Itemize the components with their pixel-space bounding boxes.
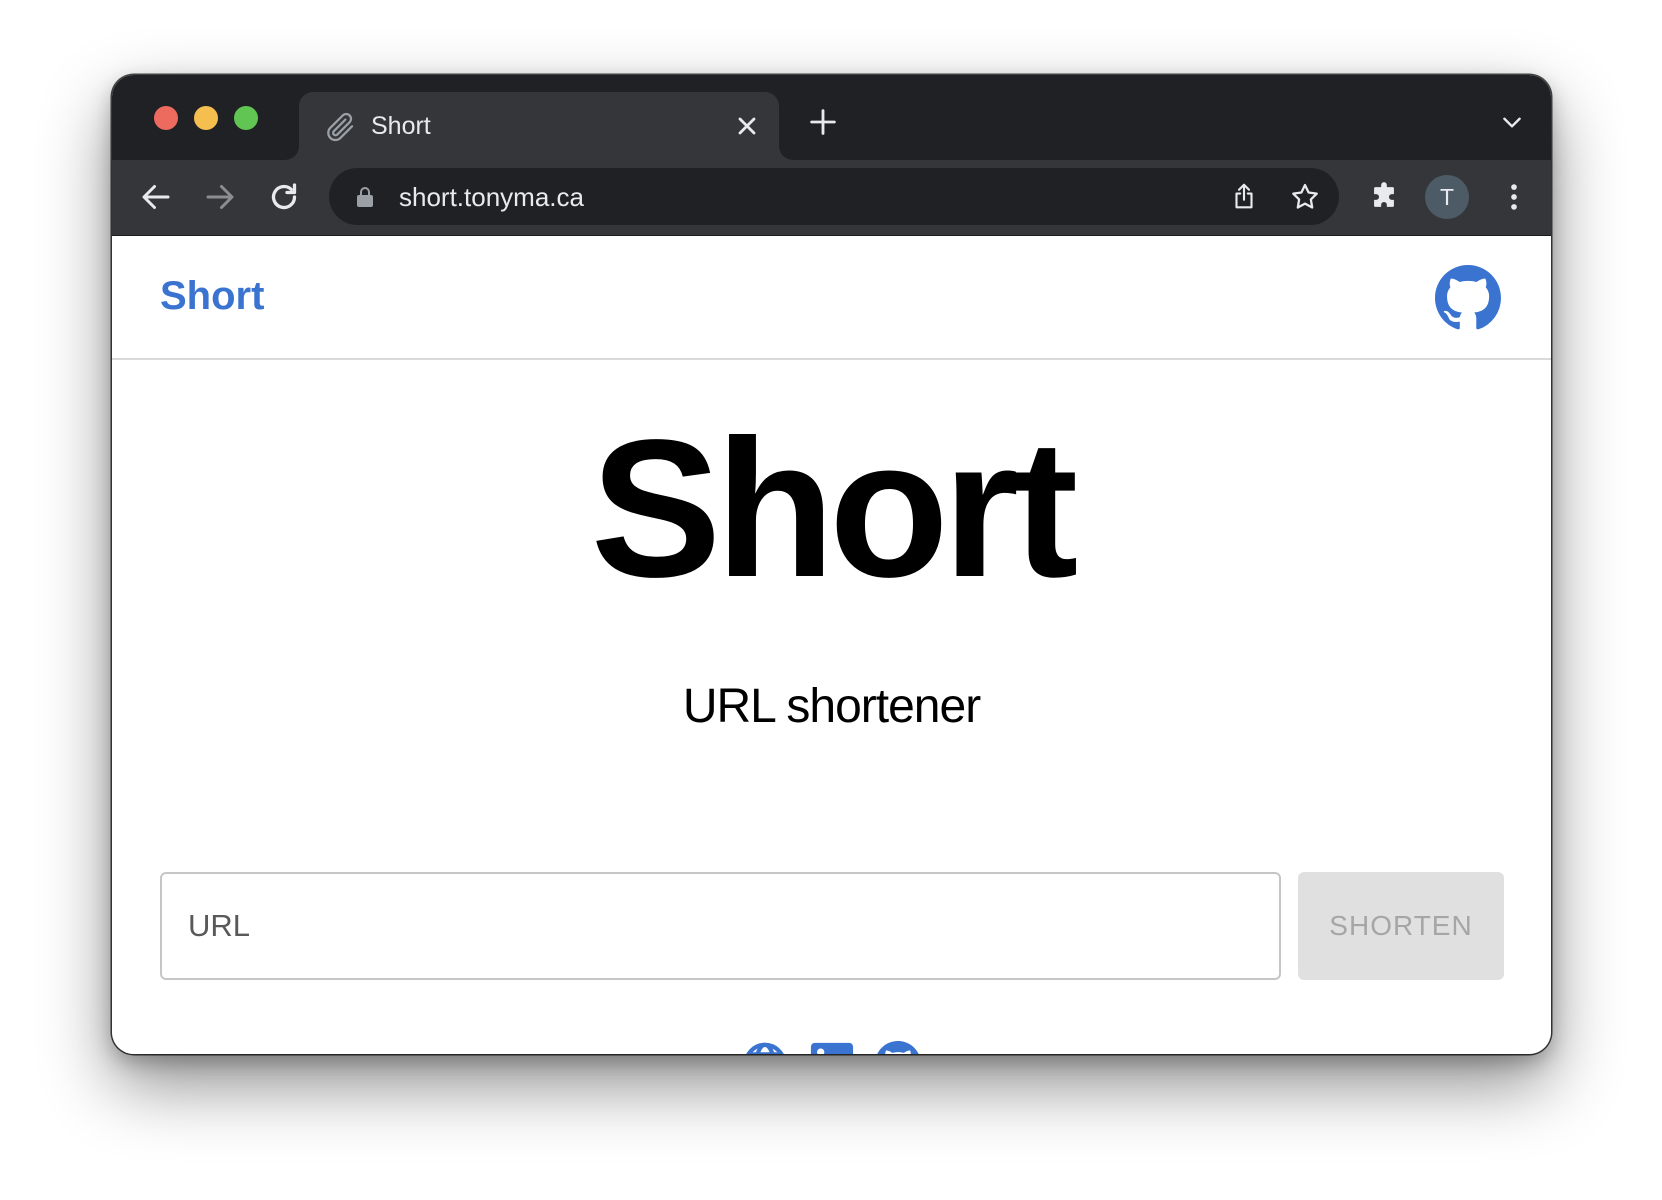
new-tab-icon[interactable]: [806, 105, 840, 139]
tab-bar: Short: [112, 75, 1551, 160]
github-icon[interactable]: [1435, 265, 1501, 331]
footer-links: [112, 1041, 1551, 1054]
hero-title: Short: [590, 399, 1079, 618]
address-bar[interactable]: short.tonyma.ca: [329, 168, 1339, 225]
chevron-down-icon[interactable]: [1499, 109, 1525, 135]
back-arrow-icon[interactable]: [138, 179, 174, 215]
tab-title: Short: [371, 112, 431, 140]
bookmark-star-icon[interactable]: [1289, 181, 1321, 213]
extensions-puzzle-icon[interactable]: [1367, 180, 1401, 214]
paperclip-icon: [327, 112, 354, 142]
reload-icon[interactable]: [266, 179, 302, 215]
browser-window: Short short.tonyma.ca T Short Short URL …: [112, 75, 1551, 1054]
brand-link[interactable]: Short: [160, 274, 264, 319]
site-header: Short: [112, 236, 1551, 360]
github-icon[interactable]: [875, 1041, 921, 1054]
address-bar-url[interactable]: short.tonyma.ca: [399, 182, 584, 213]
profile-avatar[interactable]: T: [1425, 175, 1469, 219]
forward-arrow-icon[interactable]: [202, 179, 238, 215]
shorten-button[interactable]: SHORTEN: [1298, 872, 1504, 980]
globe-icon[interactable]: [742, 1041, 788, 1054]
close-window-button[interactable]: [154, 106, 178, 130]
close-tab-icon[interactable]: [733, 112, 761, 140]
more-menu-icon[interactable]: [1497, 180, 1531, 214]
zoom-window-button[interactable]: [234, 106, 258, 130]
linkedin-icon[interactable]: [809, 1041, 855, 1054]
tab-active[interactable]: Short: [299, 92, 779, 160]
screenshot-stage: Short short.tonyma.ca T Short Short URL …: [0, 0, 1662, 1200]
hero-subtitle: URL shortener: [682, 680, 981, 733]
share-icon[interactable]: [1229, 181, 1259, 211]
page-content: Short Short URL shortener SHORTEN: [112, 236, 1551, 1054]
lock-icon[interactable]: [353, 184, 377, 210]
browser-toolbar: short.tonyma.ca T: [112, 160, 1551, 236]
url-input[interactable]: [160, 872, 1281, 980]
minimize-window-button[interactable]: [194, 106, 218, 130]
